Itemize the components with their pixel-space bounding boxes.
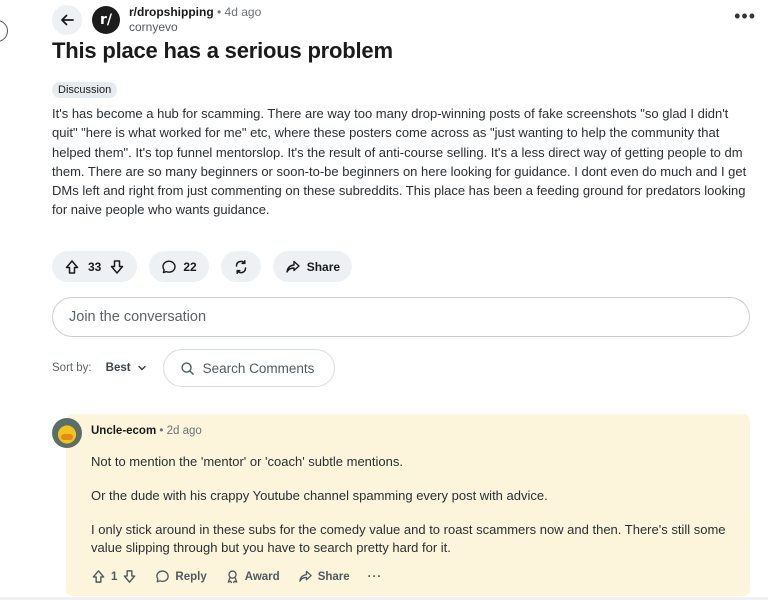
vote-pill: 33 (52, 251, 138, 282)
share-icon (286, 260, 300, 273)
comment-paragraph: I only stick around in these subs for th… (91, 522, 726, 555)
search-icon (180, 361, 194, 375)
join-conversation-placeholder: Join the conversation (69, 309, 207, 325)
vote-count: 33 (88, 259, 102, 274)
comment-icon (162, 260, 177, 273)
comment-paragraph: Or the dude with his crappy Youtube chan… (91, 488, 548, 503)
post-meta: r/dropshipping • 4d ago cornyevo (129, 5, 261, 35)
comment-separator: • (159, 425, 164, 437)
subreddit-avatar[interactable]: r/ (92, 6, 120, 34)
award-label: Award (244, 570, 280, 583)
post-flair[interactable]: Discussion (52, 82, 118, 98)
post-author[interactable]: cornyevo (129, 20, 261, 35)
search-comments-input[interactable]: Search Comments (162, 349, 335, 387)
post-more-options-button[interactable]: ••• (734, 6, 756, 27)
post-body: It's has become a hub for scamming. Ther… (52, 106, 747, 218)
share-label: Share (306, 259, 341, 274)
reply-icon (156, 570, 170, 583)
post-title: This place has a serious problem (52, 38, 393, 63)
share-icon (298, 570, 312, 582)
comment-author[interactable]: Uncle-ecom (91, 425, 156, 437)
sort-label: Sort by: (52, 362, 92, 374)
sort-row: Sort by: Best Search Comments (52, 349, 335, 387)
downvote-icon[interactable] (109, 259, 125, 275)
repost-button[interactable] (220, 251, 261, 282)
post-time: 4d ago (224, 5, 262, 19)
upvote-icon[interactable] (64, 259, 80, 275)
comment-paragraph: Not to mention the 'mentor' or 'coach' s… (91, 454, 403, 469)
upvote-icon[interactable] (91, 569, 106, 584)
partial-circle-control (0, 20, 8, 42)
search-comments-placeholder: Search Comments (202, 360, 315, 376)
comment-time: 2d ago (166, 425, 202, 437)
commenter-avatar[interactable] (52, 418, 82, 448)
comment-body: Not to mention the 'mentor' or 'coach' s… (91, 453, 741, 573)
downvote-icon[interactable] (122, 569, 137, 584)
meta-separator: • (217, 5, 222, 19)
comment-count: 22 (183, 259, 197, 274)
comment-award-button[interactable]: Award (225, 569, 280, 584)
comment-more-options-button[interactable]: ··· (368, 571, 383, 583)
back-arrow-icon (61, 14, 74, 26)
comments-button[interactable]: 22 (149, 251, 209, 282)
post-header: r/ r/dropshipping • 4d ago cornyevo (52, 2, 752, 38)
comment-meta: Uncle-ecom • 2d ago (91, 425, 202, 437)
chevron-down-icon[interactable] (137, 363, 147, 373)
repost-icon (235, 259, 246, 274)
post-action-bar: 33 22 Share (52, 251, 353, 282)
comment-vote-count: 1 (111, 570, 118, 583)
comment-share-button[interactable]: Share (298, 569, 350, 584)
comment-vote: 1 (91, 569, 137, 584)
subreddit-name[interactable]: r/dropshipping (129, 5, 214, 19)
back-button[interactable] (52, 5, 82, 35)
sort-dropdown[interactable]: Best (106, 362, 131, 374)
comment-reply-button[interactable]: Reply (155, 569, 207, 584)
comment-share-label: Share (317, 570, 350, 583)
reply-label: Reply (175, 570, 207, 583)
join-conversation-input[interactable]: Join the conversation (52, 297, 750, 337)
comment-action-bar: 1 Reply Award Share ··· (91, 569, 382, 584)
share-button[interactable]: Share (272, 251, 353, 282)
award-icon (227, 570, 238, 584)
